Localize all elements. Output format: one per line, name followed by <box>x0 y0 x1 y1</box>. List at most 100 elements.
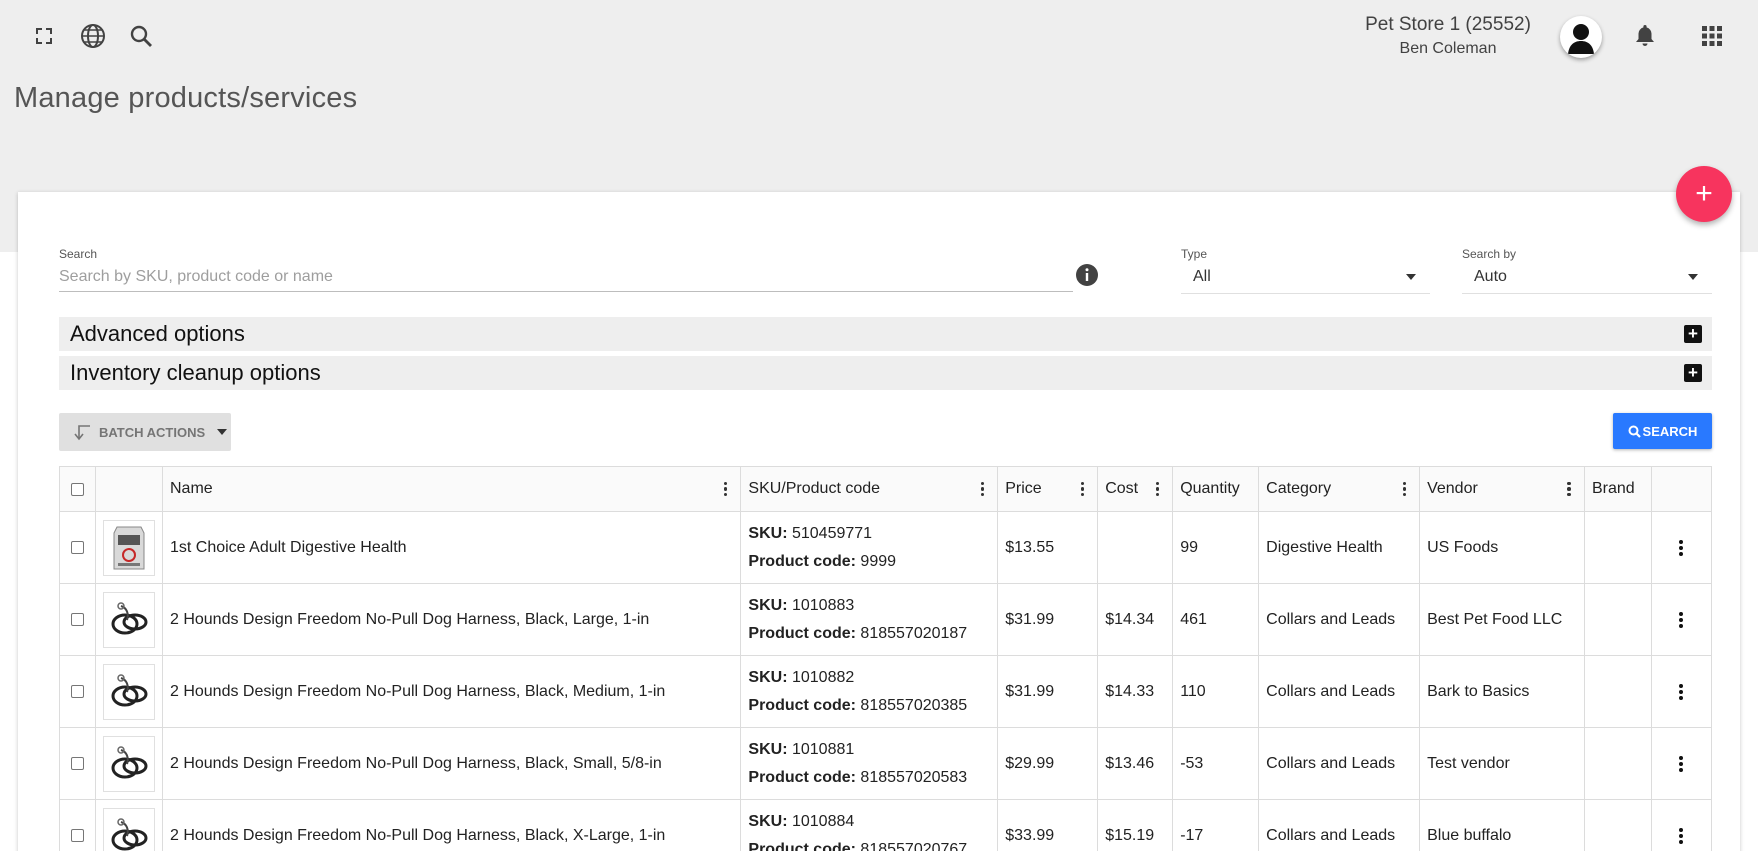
vendor-cell: Best Pet Food LLC <box>1419 583 1585 656</box>
product-name[interactable]: 2 Hounds Design Freedom No-Pull Dog Harn… <box>161 655 742 728</box>
search-input[interactable] <box>59 262 1073 292</box>
expand-plus-icon[interactable]: + <box>1684 364 1702 382</box>
column-menu-icon[interactable] <box>1561 481 1577 497</box>
product-thumbnail[interactable] <box>102 591 155 648</box>
table-row[interactable]: 2 Hounds Design Freedom No-Pull Dog Harn… <box>59 799 1713 851</box>
table-row[interactable]: 2 Hounds Design Freedom No-Pull Dog Harn… <box>59 655 1713 728</box>
quantity-cell: 110 <box>1172 655 1260 728</box>
store-info: Pet Store 1 (25552) Ben Coleman <box>1320 12 1576 60</box>
avatar-icon[interactable] <box>1560 16 1602 58</box>
product-name[interactable]: 2 Hounds Design Freedom No-Pull Dog Harn… <box>161 583 742 656</box>
search-button-label: SEARCH <box>1642 423 1698 439</box>
add-product-button[interactable]: + <box>1676 166 1732 222</box>
product-code-value: 818557020385 <box>860 696 968 714</box>
product-code-value: 9999 <box>860 552 897 570</box>
column-header-price[interactable]: Price <box>997 466 1099 512</box>
column-menu-icon[interactable] <box>975 481 991 497</box>
sku-cell: SKU: 1010883 Product code: 818557020187 <box>740 583 999 656</box>
user-name: Ben Coleman <box>1399 40 1497 57</box>
table-row[interactable]: 2 Hounds Design Freedom No-Pull Dog Harn… <box>59 727 1713 800</box>
column-menu-icon[interactable] <box>1397 481 1413 497</box>
chevron-down-icon <box>1688 273 1698 280</box>
column-menu-icon[interactable] <box>718 481 734 497</box>
sku-prefix: SKU: <box>748 812 788 830</box>
product-name[interactable]: 2 Hounds Design Freedom No-Pull Dog Harn… <box>161 727 742 800</box>
page-title: Manage products/services <box>14 82 358 114</box>
row-actions-cell <box>1650 799 1713 851</box>
globe-icon[interactable] <box>77 20 109 52</box>
bell-icon[interactable] <box>1629 19 1661 51</box>
product-thumbnail[interactable] <box>102 663 155 720</box>
search-icon <box>1628 425 1641 438</box>
quantity-cell: -17 <box>1172 799 1260 851</box>
product-code-value: 818557020583 <box>860 768 968 786</box>
fullscreen-icon[interactable] <box>28 20 60 52</box>
search-button[interactable]: SEARCH <box>1613 413 1712 449</box>
searchby-value: Auto <box>1474 267 1507 285</box>
select-all-checkbox[interactable] <box>70 482 84 496</box>
apps-grid-icon[interactable] <box>1696 20 1728 52</box>
cost-cell: $14.33 <box>1097 655 1174 728</box>
product-name[interactable]: 2 Hounds Design Freedom No-Pull Dog Harn… <box>161 799 742 851</box>
sku-value: 1010882 <box>791 668 855 686</box>
product-thumbnail[interactable] <box>102 807 155 851</box>
row-checkbox[interactable] <box>70 757 84 770</box>
column-label: Brand <box>1591 480 1635 497</box>
thumbnail-cell <box>94 655 163 728</box>
batch-actions-button[interactable]: BATCH ACTIONS <box>59 413 231 451</box>
row-select-cell <box>59 799 96 851</box>
products-table: Name SKU/Product code Price Cost Quantit… <box>59 466 1713 851</box>
cost-cell <box>1097 511 1174 584</box>
table-row[interactable]: 1st Choice Adult Digestive Health SKU: 51… <box>59 511 1713 584</box>
column-header-quantity[interactable]: Quantity <box>1172 466 1260 512</box>
price-cell: $31.99 <box>997 655 1099 728</box>
cost-cell: $15.19 <box>1097 799 1174 851</box>
sku-cell: SKU: 1010881 Product code: 818557020583 <box>740 727 999 800</box>
product-thumbnail[interactable] <box>102 519 155 576</box>
column-label: Name <box>169 480 213 497</box>
store-name: Pet Store 1 (25552) <box>1365 14 1531 35</box>
row-checkbox[interactable] <box>70 685 84 698</box>
row-menu-icon[interactable] <box>1673 539 1689 556</box>
column-menu-icon[interactable] <box>1150 481 1166 497</box>
searchby-select[interactable]: Auto <box>1462 260 1712 294</box>
product-thumbnail-icon <box>111 673 148 706</box>
row-checkbox[interactable] <box>70 613 84 626</box>
vendor-cell: Bark to Basics <box>1419 655 1585 728</box>
column-header-vendor[interactable]: Vendor <box>1419 466 1585 512</box>
row-menu-icon[interactable] <box>1673 611 1689 628</box>
row-checkbox[interactable] <box>70 541 84 554</box>
category-cell: Digestive Health <box>1258 511 1421 584</box>
table-row[interactable]: 2 Hounds Design Freedom No-Pull Dog Harn… <box>59 583 1713 656</box>
row-checkbox[interactable] <box>70 829 84 842</box>
code-prefix: Product code: <box>748 696 856 714</box>
row-menu-icon[interactable] <box>1673 827 1689 844</box>
column-header-category[interactable]: Category <box>1258 466 1421 512</box>
column-header-brand[interactable]: Brand <box>1583 466 1652 512</box>
row-select-cell <box>59 511 96 584</box>
info-icon[interactable] <box>1075 263 1099 287</box>
code-prefix: Product code: <box>748 768 856 786</box>
column-menu-icon[interactable] <box>1075 481 1091 497</box>
column-label: Cost <box>1105 480 1139 497</box>
row-menu-icon[interactable] <box>1673 683 1689 700</box>
advanced-options-expander[interactable]: Advanced options + <box>59 317 1712 351</box>
sku-prefix: SKU: <box>748 668 788 686</box>
expand-plus-icon[interactable]: + <box>1684 325 1702 343</box>
column-header-cost[interactable]: Cost <box>1097 466 1174 512</box>
column-header-sku[interactable]: SKU/Product code <box>740 466 999 512</box>
thumbnail-cell <box>94 727 163 800</box>
product-thumbnail[interactable] <box>102 735 155 792</box>
search-label: Search <box>59 247 98 261</box>
sku-value: 510459771 <box>791 524 873 542</box>
product-name[interactable]: 1st Choice Adult Digestive Health <box>161 511 742 584</box>
sku-cell: SKU: 510459771 Product code: 9999 <box>740 511 999 584</box>
brand-cell <box>1583 799 1652 851</box>
search-icon[interactable] <box>125 20 157 52</box>
row-menu-icon[interactable] <box>1673 755 1689 772</box>
type-select[interactable]: All <box>1181 260 1430 294</box>
column-header-name[interactable]: Name <box>161 466 742 512</box>
inventory-cleanup-expander[interactable]: Inventory cleanup options + <box>59 356 1712 390</box>
category-cell: Collars and Leads <box>1258 655 1421 728</box>
vendor-cell: Blue buffalo <box>1419 799 1585 851</box>
